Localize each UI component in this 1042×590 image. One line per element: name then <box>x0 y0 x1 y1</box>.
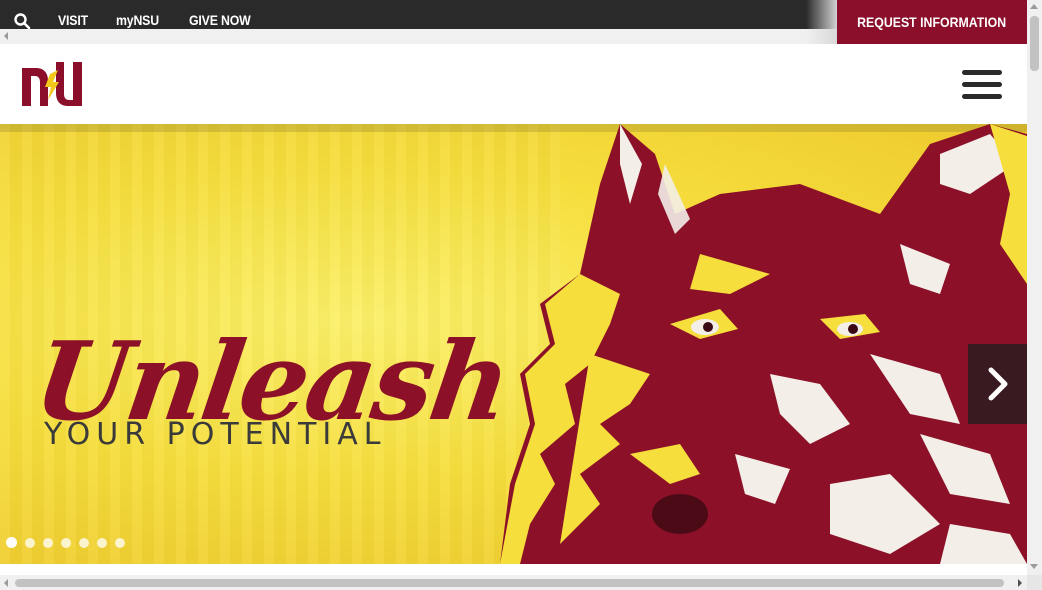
carousel-dot-2[interactable] <box>25 537 35 548</box>
carousel-dot-3[interactable] <box>43 537 53 548</box>
carousel-pagination <box>6 537 125 548</box>
give-now-link[interactable]: GIVE NOW <box>189 12 251 28</box>
search-icon[interactable] <box>13 12 31 30</box>
scroll-left-arrow-icon[interactable] <box>4 579 8 587</box>
mynsu-link[interactable]: myNSU <box>116 12 159 28</box>
visit-link[interactable]: VISIT <box>58 12 88 28</box>
wolf-mascot-illustration <box>500 124 1027 564</box>
vertical-scrollbar-thumb[interactable] <box>1030 16 1039 71</box>
nsu-logo[interactable] <box>20 60 84 108</box>
utility-bar: VISIT myNSU GIVE NOW REQUEST INFORMATION <box>0 0 1027 44</box>
carousel-dot-5[interactable] <box>79 537 89 548</box>
carousel-dot-7[interactable] <box>115 537 125 548</box>
site-header <box>0 44 1027 124</box>
hero-carousel: Unleash YOUR POTENTIAL <box>0 124 1027 564</box>
chevron-right-icon <box>988 367 1008 401</box>
browser-viewport: VISIT myNSU GIVE NOW REQUEST INFORMATION <box>0 0 1042 590</box>
scrollbar-corner <box>1027 575 1042 590</box>
carousel-dot-1[interactable] <box>6 537 17 548</box>
inner-horizontal-scrollbar[interactable] <box>0 29 837 44</box>
vertical-scrollbar[interactable] <box>1027 0 1042 575</box>
utility-links: VISIT myNSU GIVE NOW <box>58 12 259 28</box>
scroll-right-arrow-icon[interactable] <box>1018 579 1022 587</box>
carousel-next-button[interactable] <box>968 344 1027 424</box>
hamburger-menu-icon[interactable] <box>962 70 1002 100</box>
hero-subline: YOUR POTENTIAL <box>44 417 387 452</box>
scroll-down-arrow-icon[interactable] <box>1030 564 1038 569</box>
horizontal-scrollbar[interactable] <box>0 575 1027 590</box>
horizontal-scrollbar-thumb[interactable] <box>15 579 1004 587</box>
request-information-button[interactable]: REQUEST INFORMATION <box>837 0 1027 44</box>
topbar-fade <box>806 0 838 44</box>
scroll-up-arrow-icon[interactable] <box>1030 4 1038 9</box>
carousel-dot-4[interactable] <box>61 537 71 548</box>
request-information-label: REQUEST INFORMATION <box>857 14 1007 30</box>
carousel-dot-6[interactable] <box>97 537 107 548</box>
scroll-left-arrow-icon[interactable] <box>4 32 8 40</box>
